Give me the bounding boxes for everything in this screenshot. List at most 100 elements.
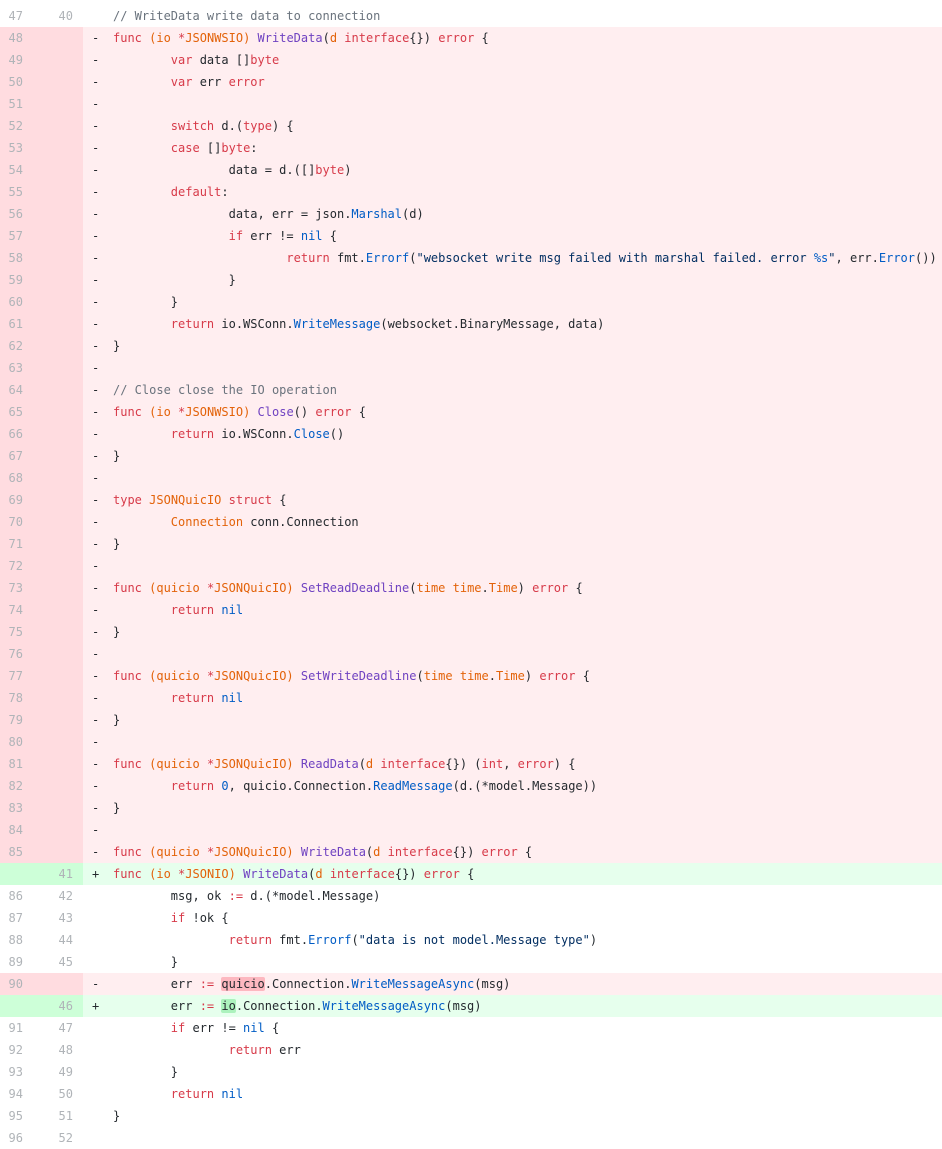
new-line-number[interactable] — [41, 181, 83, 203]
old-line-number[interactable]: 65 — [0, 401, 41, 423]
new-line-number[interactable] — [41, 643, 83, 665]
old-line-number[interactable]: 51 — [0, 93, 41, 115]
old-line-number[interactable]: 88 — [0, 929, 41, 951]
old-line-number[interactable]: 86 — [0, 885, 41, 907]
old-line-number[interactable]: 47 — [0, 5, 41, 27]
old-line-number[interactable]: 94 — [0, 1083, 41, 1105]
old-line-number[interactable]: 55 — [0, 181, 41, 203]
old-line-number[interactable]: 81 — [0, 753, 41, 775]
old-line-number[interactable]: 84 — [0, 819, 41, 841]
new-line-number[interactable] — [41, 291, 83, 313]
old-line-number[interactable]: 61 — [0, 313, 41, 335]
old-line-number[interactable]: 74 — [0, 599, 41, 621]
new-line-number[interactable]: 48 — [41, 1039, 83, 1061]
old-line-number[interactable]: 54 — [0, 159, 41, 181]
old-line-number[interactable]: 69 — [0, 489, 41, 511]
new-line-number[interactable] — [41, 423, 83, 445]
old-line-number[interactable]: 57 — [0, 225, 41, 247]
new-line-number[interactable] — [41, 379, 83, 401]
old-line-number[interactable]: 79 — [0, 709, 41, 731]
old-line-number[interactable]: 90 — [0, 973, 41, 995]
old-line-number[interactable]: 68 — [0, 467, 41, 489]
new-line-number[interactable] — [41, 555, 83, 577]
old-line-number[interactable]: 80 — [0, 731, 41, 753]
new-line-number[interactable] — [41, 27, 83, 49]
old-line-number[interactable] — [0, 995, 41, 1017]
new-line-number[interactable] — [41, 357, 83, 379]
new-line-number[interactable] — [41, 775, 83, 797]
new-line-number[interactable] — [41, 621, 83, 643]
new-line-number[interactable] — [41, 335, 83, 357]
new-line-number[interactable] — [41, 687, 83, 709]
old-line-number[interactable] — [0, 863, 41, 885]
new-line-number[interactable] — [41, 467, 83, 489]
new-line-number[interactable] — [41, 115, 83, 137]
new-line-number[interactable]: 42 — [41, 885, 83, 907]
new-line-number[interactable] — [41, 577, 83, 599]
old-line-number[interactable]: 59 — [0, 269, 41, 291]
old-line-number[interactable]: 50 — [0, 71, 41, 93]
new-line-number[interactable]: 46 — [41, 995, 83, 1017]
old-line-number[interactable]: 85 — [0, 841, 41, 863]
new-line-number[interactable]: 41 — [41, 863, 83, 885]
old-line-number[interactable]: 92 — [0, 1039, 41, 1061]
old-line-number[interactable]: 49 — [0, 49, 41, 71]
new-line-number[interactable] — [41, 71, 83, 93]
old-line-number[interactable]: 67 — [0, 445, 41, 467]
new-line-number[interactable]: 50 — [41, 1083, 83, 1105]
old-line-number[interactable]: 73 — [0, 577, 41, 599]
new-line-number[interactable]: 51 — [41, 1105, 83, 1127]
old-line-number[interactable]: 78 — [0, 687, 41, 709]
new-line-number[interactable]: 49 — [41, 1061, 83, 1083]
new-line-number[interactable] — [41, 137, 83, 159]
new-line-number[interactable] — [41, 841, 83, 863]
old-line-number[interactable]: 58 — [0, 247, 41, 269]
new-line-number[interactable] — [41, 203, 83, 225]
old-line-number[interactable]: 77 — [0, 665, 41, 687]
old-line-number[interactable]: 95 — [0, 1105, 41, 1127]
old-line-number[interactable]: 64 — [0, 379, 41, 401]
new-line-number[interactable] — [41, 247, 83, 269]
new-line-number[interactable] — [41, 533, 83, 555]
old-line-number[interactable]: 83 — [0, 797, 41, 819]
new-line-number[interactable] — [41, 709, 83, 731]
old-line-number[interactable]: 82 — [0, 775, 41, 797]
new-line-number[interactable] — [41, 731, 83, 753]
old-line-number[interactable]: 75 — [0, 621, 41, 643]
new-line-number[interactable] — [41, 599, 83, 621]
old-line-number[interactable]: 60 — [0, 291, 41, 313]
old-line-number[interactable]: 93 — [0, 1061, 41, 1083]
new-line-number[interactable] — [41, 159, 83, 181]
old-line-number[interactable]: 56 — [0, 203, 41, 225]
new-line-number[interactable]: 43 — [41, 907, 83, 929]
new-line-number[interactable] — [41, 665, 83, 687]
new-line-number[interactable] — [41, 401, 83, 423]
new-line-number[interactable] — [41, 511, 83, 533]
old-line-number[interactable]: 62 — [0, 335, 41, 357]
new-line-number[interactable] — [41, 797, 83, 819]
new-line-number[interactable] — [41, 93, 83, 115]
new-line-number[interactable]: 45 — [41, 951, 83, 973]
old-line-number[interactable]: 89 — [0, 951, 41, 973]
new-line-number[interactable] — [41, 445, 83, 467]
new-line-number[interactable] — [41, 225, 83, 247]
old-line-number[interactable]: 87 — [0, 907, 41, 929]
old-line-number[interactable]: 76 — [0, 643, 41, 665]
new-line-number[interactable] — [41, 973, 83, 995]
new-line-number[interactable]: 44 — [41, 929, 83, 951]
new-line-number[interactable] — [41, 269, 83, 291]
old-line-number[interactable]: 53 — [0, 137, 41, 159]
new-line-number[interactable] — [41, 49, 83, 71]
new-line-number[interactable]: 47 — [41, 1017, 83, 1039]
new-line-number[interactable] — [41, 753, 83, 775]
new-line-number[interactable] — [41, 313, 83, 335]
old-line-number[interactable]: 52 — [0, 115, 41, 137]
old-line-number[interactable]: 70 — [0, 511, 41, 533]
old-line-number[interactable]: 66 — [0, 423, 41, 445]
old-line-number[interactable]: 48 — [0, 27, 41, 49]
old-line-number[interactable]: 71 — [0, 533, 41, 555]
new-line-number[interactable]: 40 — [41, 5, 83, 27]
new-line-number[interactable] — [41, 819, 83, 841]
old-line-number[interactable]: 72 — [0, 555, 41, 577]
old-line-number[interactable]: 91 — [0, 1017, 41, 1039]
